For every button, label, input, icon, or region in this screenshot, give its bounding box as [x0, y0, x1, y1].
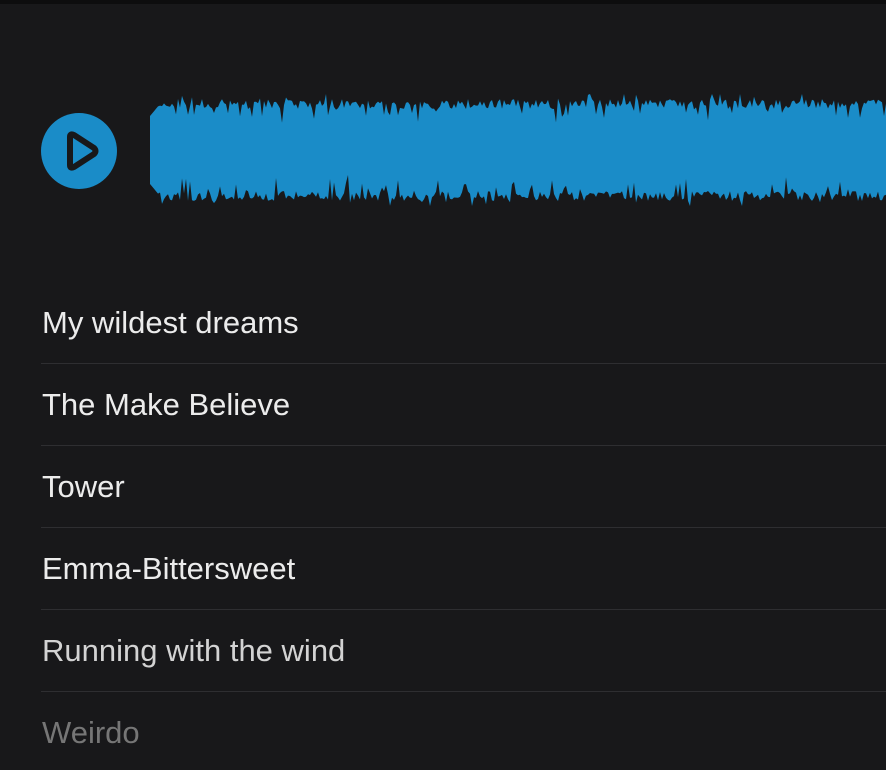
track-title: Tower [42, 469, 125, 504]
track-title: Running with the wind [42, 633, 346, 668]
track-item[interactable]: The Make Believe [41, 364, 886, 446]
top-border [0, 0, 886, 4]
waveform-seek-bar[interactable] [150, 80, 886, 220]
track-item[interactable]: Emma-Bittersweet [41, 528, 886, 610]
play-icon [67, 131, 99, 171]
play-button[interactable] [41, 113, 117, 189]
track-title: My wildest dreams [42, 305, 299, 340]
track-item[interactable]: My wildest dreams [41, 282, 886, 364]
track-title: Emma-Bittersweet [42, 551, 296, 586]
track-item[interactable]: Running with the wind [41, 610, 886, 692]
track-item[interactable]: Weirdo [41, 692, 886, 770]
playlist: My wildest dreams The Make Believe Tower… [41, 282, 886, 770]
track-title: The Make Believe [42, 387, 291, 422]
track-title: Weirdo [42, 715, 140, 750]
track-item[interactable]: Tower [41, 446, 886, 528]
waveform-shape [150, 94, 886, 206]
audio-player [0, 80, 886, 220]
